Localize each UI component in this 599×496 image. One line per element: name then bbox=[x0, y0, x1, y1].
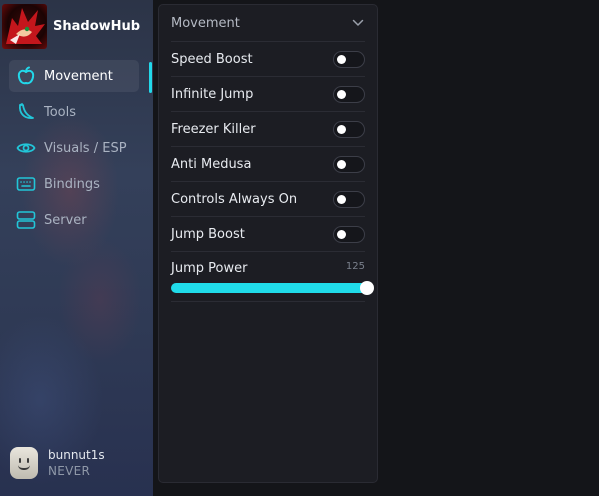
toggle-label: Anti Medusa bbox=[171, 156, 252, 172]
jump-boost-toggle[interactable] bbox=[333, 225, 365, 243]
panel-header[interactable]: Movement bbox=[159, 5, 377, 41]
sidebar-item-movement[interactable]: Movement bbox=[9, 60, 139, 92]
sidebar-nav: Movement Tools Visuals / ESP Bindings Se… bbox=[9, 60, 139, 240]
sidebar-item-label: Bindings bbox=[44, 176, 100, 192]
sidebar-item-label: Server bbox=[44, 212, 87, 228]
slider-fill bbox=[171, 283, 367, 293]
panel-content: Speed Boost Infinite Jump Freezer Killer… bbox=[171, 41, 374, 302]
controls-always-on-toggle[interactable] bbox=[333, 190, 365, 208]
logo bbox=[2, 4, 47, 49]
slider-label: Jump Power bbox=[171, 261, 248, 276]
toggle-label: Jump Boost bbox=[171, 226, 245, 242]
infinite-jump-toggle[interactable] bbox=[333, 85, 365, 103]
toggle-row-infinite-jump: Infinite Jump bbox=[171, 77, 365, 112]
jump-power-slider[interactable] bbox=[171, 281, 374, 295]
toggle-row-jump-boost: Jump Boost bbox=[171, 217, 365, 252]
sidebar: ShadowHub Movement Tools Visuals / ESP B… bbox=[0, 0, 153, 496]
slider-value: 125 bbox=[345, 261, 365, 272]
anti-medusa-toggle[interactable] bbox=[333, 155, 365, 173]
toggle-row-anti-medusa: Anti Medusa bbox=[171, 147, 365, 182]
slider-handle[interactable] bbox=[360, 281, 374, 295]
sidebar-item-label: Visuals / ESP bbox=[44, 140, 127, 156]
server-icon bbox=[16, 210, 36, 230]
sidebar-item-label: Movement bbox=[44, 68, 113, 84]
freezer-killer-toggle[interactable] bbox=[333, 120, 365, 138]
banana-icon bbox=[16, 102, 36, 122]
sidebar-item-bindings[interactable]: Bindings bbox=[9, 168, 139, 200]
sidebar-item-label: Tools bbox=[44, 104, 77, 120]
toggle-label: Infinite Jump bbox=[171, 86, 254, 102]
movement-panel: Movement Speed Boost Infinite Jump Freez… bbox=[158, 4, 378, 483]
jump-power-slider-row: Jump Power 125 bbox=[171, 252, 374, 302]
toggle-label: Freezer Killer bbox=[171, 121, 256, 137]
sidebar-item-tools[interactable]: Tools bbox=[9, 96, 139, 128]
toggle-row-controls-always-on: Controls Always On bbox=[171, 182, 365, 217]
chevron-down-icon[interactable] bbox=[352, 16, 364, 31]
toggle-row-speed-boost: Speed Boost bbox=[171, 42, 365, 77]
app-title: ShadowHub bbox=[53, 19, 141, 34]
user-subtitle: NEVER bbox=[48, 464, 91, 478]
toggle-label: Controls Always On bbox=[171, 191, 298, 207]
keyboard-icon bbox=[16, 174, 36, 194]
eye-icon bbox=[16, 138, 36, 158]
avatar bbox=[10, 447, 38, 479]
toggle-label: Speed Boost bbox=[171, 51, 253, 67]
speed-boost-toggle[interactable] bbox=[333, 50, 365, 68]
apple-icon bbox=[16, 66, 36, 86]
user-profile: bunnut1s NEVER bbox=[10, 447, 105, 479]
panel-title: Movement bbox=[171, 15, 240, 31]
toggle-row-freezer-killer: Freezer Killer bbox=[171, 112, 365, 147]
sidebar-item-server[interactable]: Server bbox=[9, 204, 139, 236]
sidebar-item-visuals-esp[interactable]: Visuals / ESP bbox=[9, 132, 139, 164]
brand: ShadowHub bbox=[2, 4, 140, 49]
active-indicator bbox=[149, 62, 152, 93]
username: bunnut1s bbox=[48, 448, 105, 462]
